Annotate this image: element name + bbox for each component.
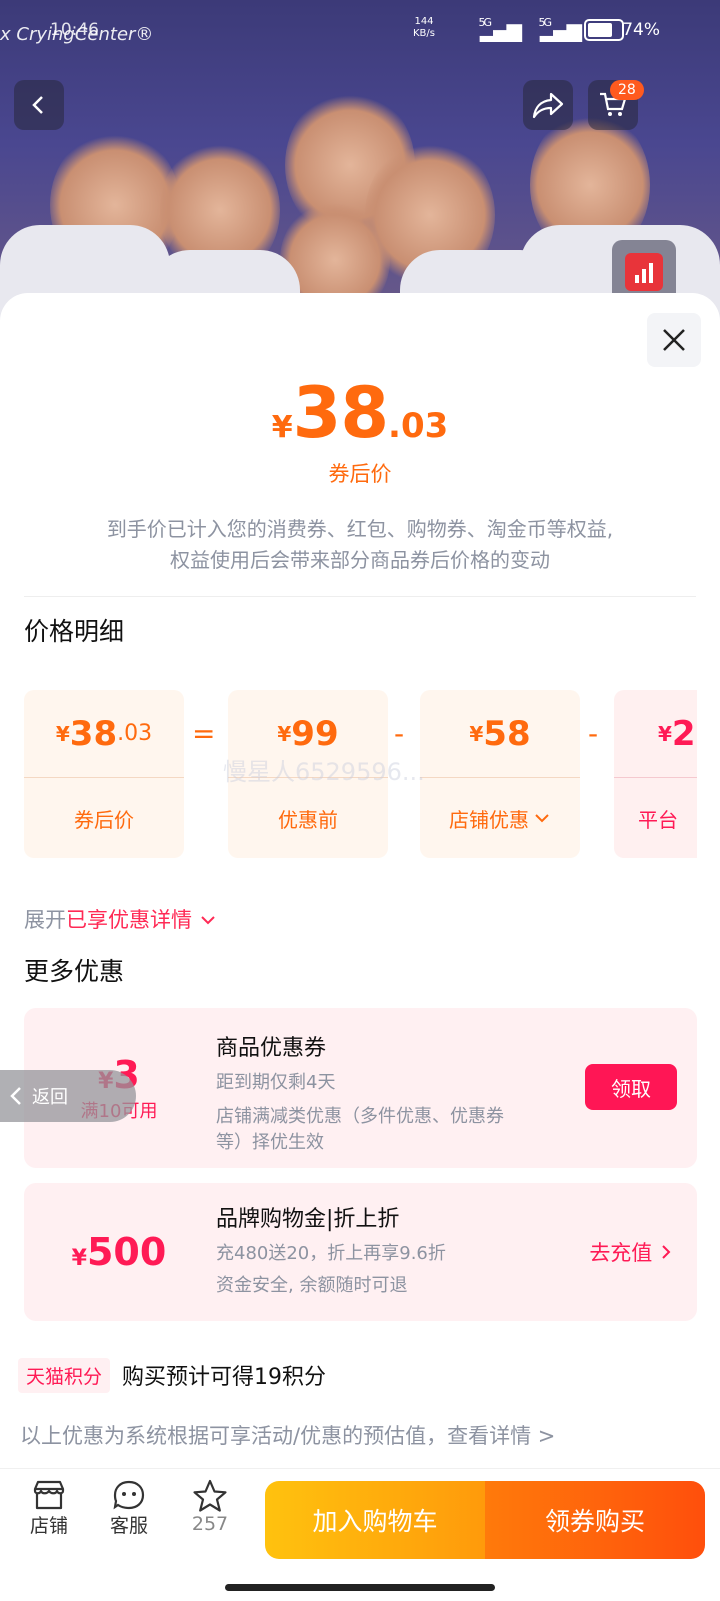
price-detail-sheet [0,293,720,1600]
store-icon [33,1480,65,1510]
signal-icon: ▂▄▆ [479,18,522,42]
estimate-disclaimer-link[interactable]: 以上优惠为系统根据可享活动/优惠的预估值，查看详情 > [20,1420,555,1450]
battery-level: 74% [622,20,660,40]
brand-credit-safety: 资金安全, 余额随时可退 [216,1275,408,1296]
final-price-label: 券后价 [328,462,392,486]
brand-credit-value: ¥500 [71,1230,167,1274]
coupon-rule: 店铺满减类优惠（多件优惠、优惠券 等）择优生效 [216,1106,504,1153]
tmall-points-tag: 天猫积分 [18,1357,111,1393]
chevron-down-icon [535,814,549,823]
divider [24,596,696,597]
share-button[interactable] [523,80,573,130]
status-bar: x CryingCenter® 10:46 144 KB/s 5G ▂▄▆ 5G … [0,16,720,48]
final-price: ¥38.03 [271,372,449,454]
bottom-action-bar: 店铺 客服 257 加入购物车 领券购买 [0,1468,720,1601]
more-offers-title: 更多优惠 [24,957,125,986]
close-button[interactable] [647,313,701,367]
home-indicator[interactable] [225,1584,495,1591]
star-icon [193,1479,227,1512]
coupon-expiry: 距到期仅剩4天 [216,1072,336,1093]
brand-credit-card: ¥500 品牌购物金|折上折 充480送20，折上再享9.6折 资金安全, 余额… [24,1183,697,1321]
add-to-cart-button[interactable]: 加入购物车 [265,1481,485,1559]
brand-credit-offer: 充480送20，折上再享9.6折 [216,1243,446,1264]
price-notice: 到手价已计入您的消费券、红包、购物券、淘金币等权益, 权益使用后会带来部分商品券… [106,517,614,572]
claim-coupon-button[interactable]: 领取 [585,1064,677,1110]
close-icon [663,329,685,351]
back-button[interactable] [14,80,64,130]
breakdown-card-platform[interactable]: ¥2 平台 [614,690,697,858]
brand-credit-title: 品牌购物金|折上折 [216,1207,400,1232]
chat-face-icon [113,1480,145,1510]
net-speed: 144 KB/s [413,16,435,39]
operator-minus: - [588,717,599,750]
favorite-button[interactable]: 257 [175,1479,245,1535]
recharge-link[interactable]: 去充值 [589,1237,673,1267]
operator-equals: = [192,717,216,750]
coupon-title: 商品优惠券 [216,1036,327,1061]
chevron-left-icon [32,96,43,114]
battery-icon [584,19,624,41]
bar-chart-icon [625,253,663,291]
breakdown-card-final: ¥38.03 券后价 [24,690,184,858]
price-detail-title: 价格明细 [24,617,125,646]
signal-icon: ▂▄▆ [539,18,582,42]
chevron-left-icon [10,1087,21,1105]
floating-back-button[interactable]: 返回 [0,1070,136,1122]
shop-button[interactable]: 店铺 [14,1479,84,1538]
chevron-right-icon [662,1245,671,1259]
tmall-points-text: 购买预计可得19积分 [122,1365,327,1390]
share-icon [532,92,564,119]
expand-discount-details[interactable]: 展开已享优惠详情 [24,904,217,934]
tmall-points-row: 天猫积分 购买预计可得19积分 [18,1357,326,1393]
user-watermark: 慢星人6529596... [223,758,425,786]
status-time: 10:46 [50,20,99,40]
customer-service-button[interactable]: 客服 [94,1479,164,1538]
cart-badge: 28 [610,80,644,100]
chevron-down-icon [200,916,215,925]
claim-and-buy-button[interactable]: 领券购买 [485,1481,705,1559]
breakdown-card-shop-discount[interactable]: ¥58 店铺优惠 [420,690,580,858]
